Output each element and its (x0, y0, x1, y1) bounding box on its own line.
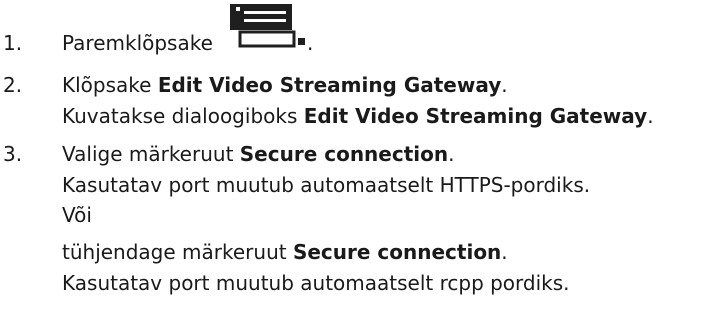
step-number: 1. (3, 31, 23, 55)
step-3-alternative: tühjendage märkeruut Secure connection. (62, 240, 508, 264)
step-3-text: Valige märkeruut Secure connection. (62, 142, 455, 166)
step-number: 3. (3, 142, 23, 166)
ui-term: Secure connection (239, 142, 449, 166)
ui-term: Edit Video Streaming Gateway (303, 104, 648, 128)
step-2-result: Kuvatakse dialoogiboks Edit Video Stream… (62, 104, 654, 128)
step-number: 2. (3, 73, 23, 97)
step-1-text: Paremklõpsake (62, 31, 213, 55)
ui-term: Secure connection (292, 240, 502, 264)
ui-term: Edit Video Streaming Gateway (157, 73, 502, 97)
step-3-or: Või (62, 203, 92, 227)
video-gateway-device-icon (230, 4, 305, 48)
step-3-result-rcpp: Kasutatav port muutub automaatselt rcpp … (62, 271, 570, 295)
step-2-text: Klõpsake Edit Video Streaming Gateway. (62, 73, 508, 97)
step-3-result-https: Kasutatav port muutub automaatselt HTTPS… (62, 173, 591, 197)
